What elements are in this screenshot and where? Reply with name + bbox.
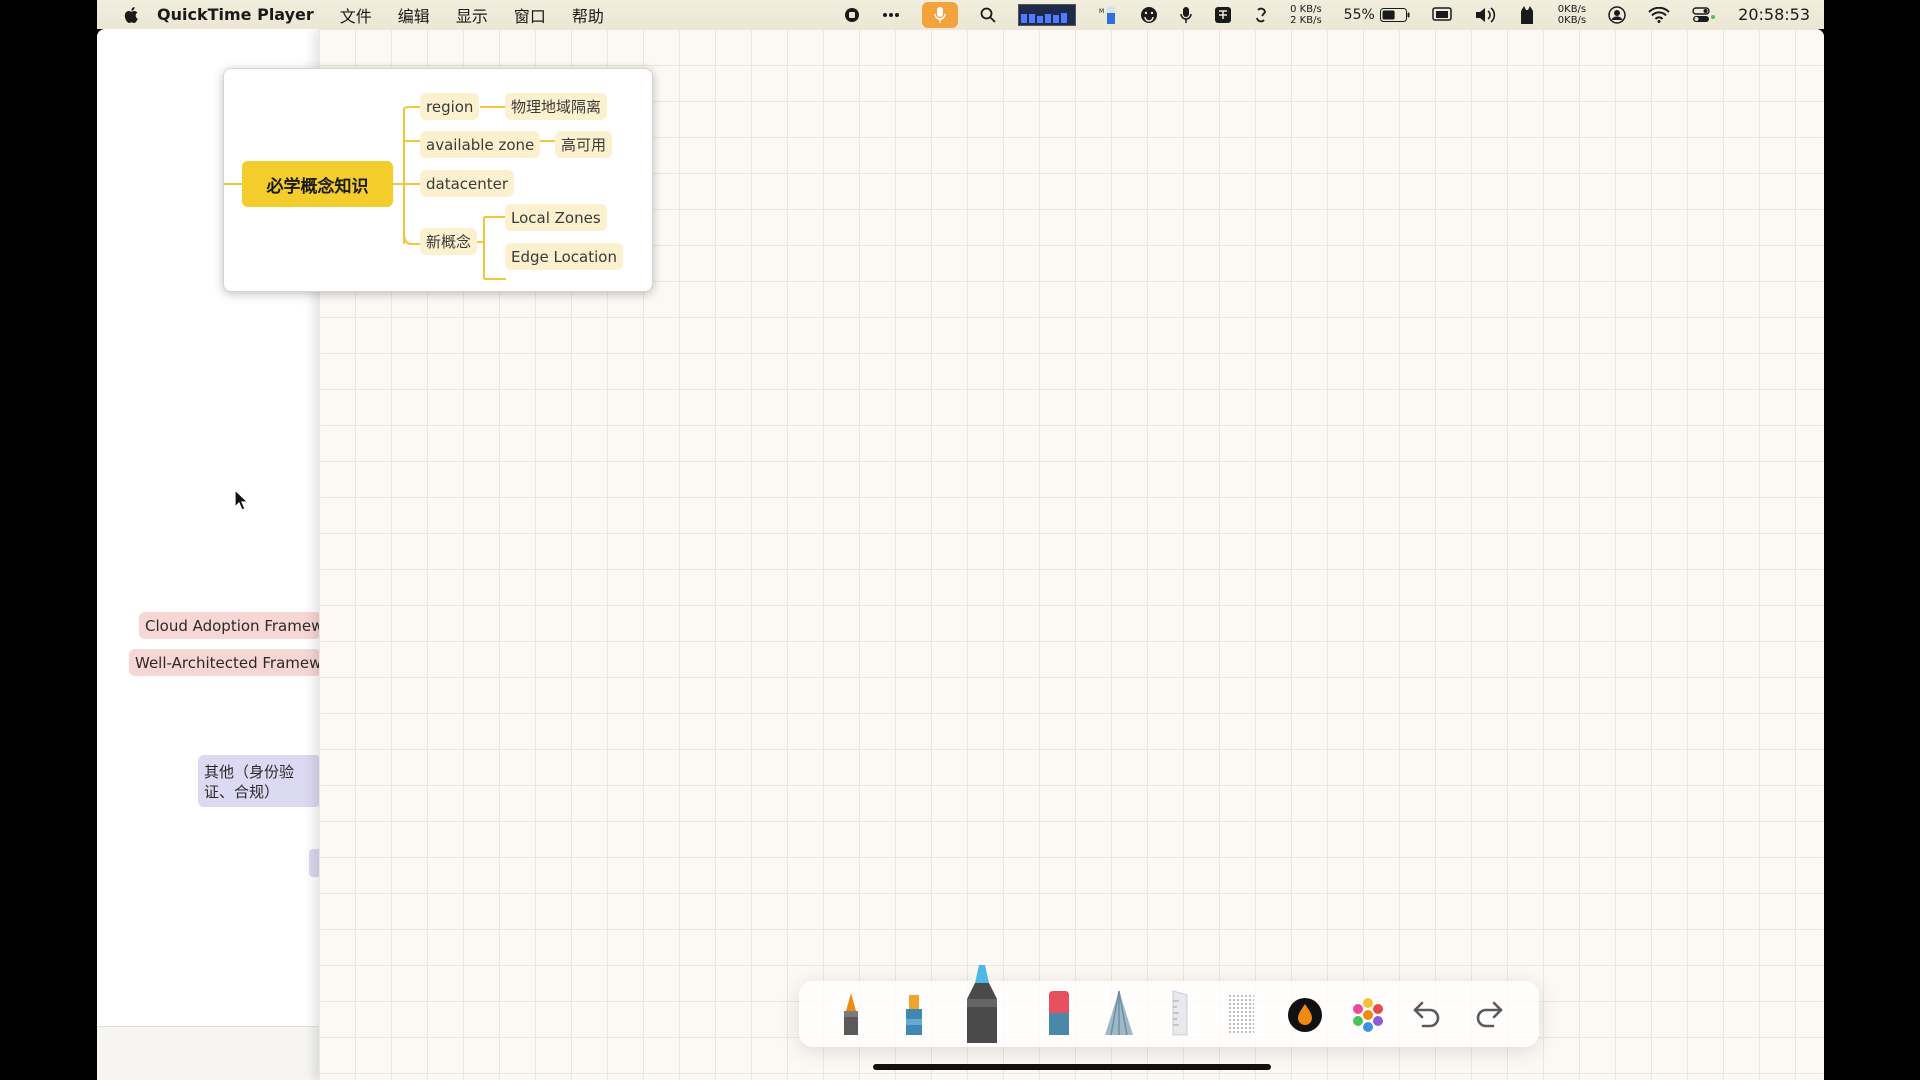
net-down-speed: 2 KB/s (1290, 14, 1322, 26)
mouse-cursor-icon (234, 488, 249, 515)
mindmap-node-available-zone[interactable]: available zone (420, 131, 541, 158)
mindmap-node-datacenter[interactable]: datacenter (420, 170, 515, 197)
undo-icon[interactable] (1411, 999, 1443, 1029)
link-icon[interactable] (1254, 6, 1268, 24)
net2-down-speed: 0KB/s (1557, 14, 1587, 26)
user-account-icon[interactable] (1608, 5, 1626, 24)
app-name-menu[interactable]: QuickTime Player (157, 5, 314, 24)
microphone-icon[interactable] (1180, 6, 1192, 24)
color-picker-icon[interactable] (1287, 997, 1323, 1033)
mindmap-root-node[interactable]: 必学概念知识 (242, 161, 393, 207)
eraser-icon[interactable] (1043, 989, 1073, 1037)
cpu-graph-icon[interactable] (1018, 3, 1077, 26)
net2-up-speed: 0KB/s (1557, 3, 1587, 15)
screen-mirroring-icon[interactable] (1432, 6, 1452, 23)
dictation-mic-icon[interactable] (922, 1, 959, 28)
menu-window[interactable]: 窗口 (514, 3, 546, 27)
menu-file[interactable]: 文件 (340, 3, 372, 27)
node-cloud-adoption-framework[interactable]: Cloud Adoption Framework (139, 612, 321, 639)
cpu-bar (1053, 14, 1060, 23)
battery-status[interactable]: 55% (1344, 7, 1410, 23)
texture-icon[interactable] (1225, 991, 1257, 1037)
menu-view[interactable]: 显示 (456, 3, 488, 27)
mindmap-node-local-zones[interactable]: Local Zones (505, 204, 607, 231)
cpu-bar (1037, 15, 1044, 23)
mindmap-node-region-child[interactable]: 物理地域隔离 (505, 93, 608, 120)
memory-icon[interactable]: M (1098, 4, 1118, 26)
cpu-bar (1021, 13, 1028, 23)
input-method-icon[interactable] (1214, 6, 1232, 24)
net-up-speed: 0 KB/s (1290, 3, 1322, 15)
highlighter-icon[interactable] (899, 989, 929, 1037)
menubar-clock[interactable]: 20:58:53 (1738, 5, 1810, 24)
network-speed-readout-2[interactable]: 0KB/s 0KB/s (1558, 4, 1586, 26)
network-speed-readout[interactable]: 0 KB/s 2 KB/s (1290, 4, 1322, 26)
volume-icon[interactable] (1474, 6, 1496, 24)
palette-icon[interactable] (1348, 995, 1388, 1035)
mindmap-node-available-zone-child[interactable]: 高可用 (555, 131, 613, 158)
ruler-icon[interactable] (1165, 989, 1193, 1037)
control-center-icon[interactable] (1692, 6, 1716, 23)
record-stop-icon[interactable] (844, 7, 860, 23)
lasso-icon[interactable] (1103, 989, 1135, 1037)
more-icon[interactable] (882, 12, 900, 18)
panel-footer (97, 1026, 321, 1080)
home-indicator (873, 1064, 1271, 1070)
menu-help[interactable]: 帮助 (572, 3, 604, 27)
battery-percent: 55% (1343, 6, 1375, 23)
mindmap-node-region[interactable]: region (420, 93, 480, 120)
cpu-bar (1061, 12, 1068, 23)
menu-bar: QuickTime Player 文件 编辑 显示 窗口 帮助 M 0 KB/s… (97, 0, 1824, 29)
wifi-icon[interactable] (1648, 6, 1670, 23)
smiley-icon[interactable] (1140, 6, 1158, 24)
apple-menu-icon[interactable] (119, 5, 145, 25)
menu-edit[interactable]: 编辑 (398, 3, 430, 27)
redo-icon[interactable] (1473, 999, 1505, 1029)
mindmap-preview-card[interactable]: 必学概念知识 region 物理地域隔离 available zone 高可用 … (223, 68, 653, 292)
cat-icon[interactable] (1518, 5, 1536, 25)
node-other-compliance[interactable]: 其他（身份验证、合规） (198, 755, 321, 807)
node-well-architected-framework[interactable]: Well-Architected Framework (129, 649, 321, 676)
freeform-window: Cloud Adoption Framework Well-Architecte… (97, 29, 1824, 1080)
spotlight-search-icon[interactable] (980, 7, 996, 23)
cpu-bar (1029, 13, 1036, 23)
battery-icon (1379, 7, 1410, 22)
svg-text:M: M (1099, 8, 1104, 15)
cpu-bar (1045, 13, 1052, 23)
status-area: M 0 KB/s 2 KB/s 55% 0KB/s 0KB/s 20:58:53 (822, 0, 1810, 29)
drawing-toolbar (799, 965, 1539, 1047)
mindmap-node-new-concepts[interactable]: 新概念 (420, 228, 478, 255)
pen-icon[interactable] (837, 991, 865, 1037)
mindmap-node-edge-location[interactable]: Edge Location (505, 243, 623, 270)
marker-icon[interactable] (959, 963, 1005, 1045)
